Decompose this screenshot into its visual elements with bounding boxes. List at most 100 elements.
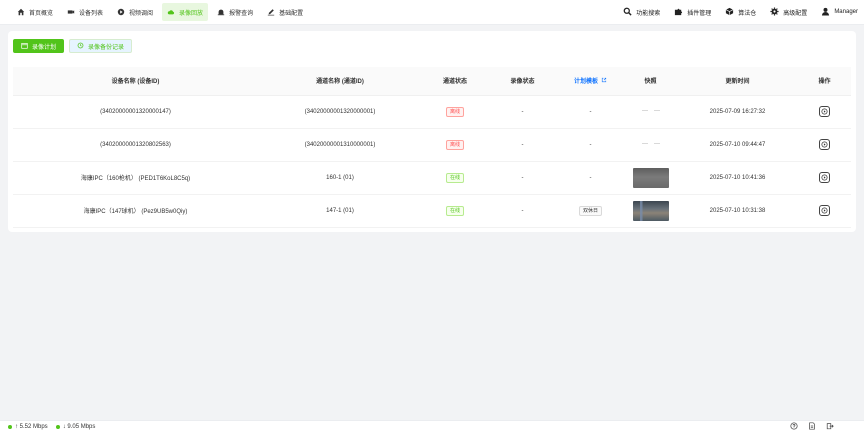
button-label: 录像计划 bbox=[32, 44, 57, 51]
snapshot-image[interactable] bbox=[632, 200, 669, 221]
username: Manager bbox=[834, 9, 858, 15]
play-button[interactable] bbox=[819, 205, 830, 216]
updated-cell: 2025-07-10 10:31:38 bbox=[677, 194, 798, 228]
plan-template-cell: - bbox=[557, 161, 624, 195]
nav-item-label: 基础配置 bbox=[279, 10, 304, 17]
play-circle-icon bbox=[821, 207, 828, 214]
column-header-updated: 更新时间 bbox=[677, 67, 798, 96]
nav-item-playback[interactable]: 录像回放 bbox=[162, 3, 209, 21]
channel-cell: 160-1 (01) bbox=[258, 161, 422, 195]
table-row: 海康IPC（160枪机） (PED1T6KoL8C5q) 160-1 (01) … bbox=[13, 161, 851, 195]
snapshot-placeholder bbox=[641, 142, 660, 146]
plan-template-tag[interactable]: 双休日 bbox=[578, 205, 602, 216]
gear-icon bbox=[770, 6, 779, 18]
play-button[interactable] bbox=[819, 106, 830, 117]
channel-status-cell: 离线 bbox=[422, 95, 488, 129]
nav-item-devices[interactable]: 设备列表 bbox=[62, 3, 108, 21]
download-rate: ↓ 9.05 Mbps bbox=[55, 423, 96, 430]
top-navigation: 首页概览 设备列表 视频调阅 录像回放 报警查询 基础配置 功能搜索 插件管理 … bbox=[0, 0, 864, 25]
column-header-channel: 通道名称 (通道ID) bbox=[258, 67, 422, 96]
actions-cell bbox=[798, 95, 851, 129]
nav-item-label: 首页概览 bbox=[29, 10, 54, 17]
snapshot-cell bbox=[624, 95, 677, 129]
user-menu[interactable]: Manager bbox=[821, 7, 858, 18]
main-menu: 首页概览 设备列表 视频调阅 录像回放 报警查询 基础配置 bbox=[0, 0, 308, 24]
plan-template-cell: - bbox=[557, 95, 624, 129]
column-header-channel-status: 通道状态 bbox=[422, 67, 488, 96]
user-icon bbox=[821, 7, 830, 18]
tool-label: 算法仓 bbox=[738, 10, 757, 17]
column-header-snapshot: 快照 bbox=[624, 67, 677, 96]
record-status-cell: - bbox=[488, 161, 557, 195]
column-header-plan-template[interactable]: 计划模板 bbox=[557, 67, 624, 96]
tool-label: 高级配置 bbox=[783, 10, 808, 17]
play-button[interactable] bbox=[819, 139, 830, 150]
box-icon bbox=[725, 7, 734, 18]
plan-template-label: 计划模板 bbox=[573, 79, 598, 86]
device-cell: (34020000001320802563) bbox=[13, 128, 258, 162]
play-button[interactable] bbox=[819, 172, 830, 183]
column-header-actions: 操作 bbox=[798, 67, 851, 96]
play-circle-icon bbox=[821, 141, 828, 148]
function-search-button[interactable]: 功能搜索 bbox=[623, 7, 660, 18]
action-bar: 录像计划 录像备份记录 bbox=[13, 39, 133, 53]
status-bar: ↑ 5.52 Mbps ↓ 9.05 Mbps bbox=[0, 420, 864, 432]
snapshot-image[interactable] bbox=[632, 167, 669, 188]
document-icon[interactable] bbox=[808, 421, 816, 432]
status-badge: 在线 bbox=[445, 172, 464, 183]
snapshot-cell bbox=[624, 128, 677, 162]
snapshot-placeholder bbox=[641, 109, 660, 113]
status-dot bbox=[55, 424, 60, 429]
play-circle-icon bbox=[821, 108, 828, 115]
plan-template-cell: - bbox=[557, 128, 624, 162]
updated-cell: 2025-07-09 16:27:32 bbox=[677, 95, 798, 129]
device-cell: (34020000001320000147) bbox=[13, 95, 258, 129]
toolbar: 功能搜索 插件管理 算法仓 高级配置 Manager bbox=[623, 6, 864, 18]
actions-cell bbox=[798, 161, 851, 195]
history-icon bbox=[77, 42, 84, 51]
device-cell: 海康IPC（147球机） (Pez9UB5w0Qiy) bbox=[13, 194, 258, 228]
upload-rate-value: ↑ 5.52 Mbps bbox=[15, 423, 48, 430]
nav-item-label: 视频调阅 bbox=[129, 10, 154, 17]
play-circle-icon bbox=[821, 174, 828, 181]
channel-status-cell: 离线 bbox=[422, 128, 488, 162]
button-label: 录像备份记录 bbox=[88, 44, 125, 51]
backup-records-button[interactable]: 录像备份记录 bbox=[69, 39, 133, 53]
play-circle-icon bbox=[117, 8, 125, 16]
nav-item-alarm[interactable]: 报警查询 bbox=[212, 3, 258, 21]
nav-item-label: 设备列表 bbox=[79, 10, 104, 17]
channel-cell: 147-1 (01) bbox=[258, 194, 422, 228]
channel-cell: (34020000001320000001) bbox=[258, 95, 422, 129]
puzzle-icon bbox=[674, 7, 683, 18]
column-header-record-status: 录像状态 bbox=[488, 67, 557, 96]
nav-item-config[interactable]: 基础配置 bbox=[262, 3, 308, 21]
nav-item-video[interactable]: 视频调阅 bbox=[112, 3, 158, 21]
channel-table: 设备名称 (设备ID) 通道名称 (通道ID) 通道状态 录像状态 计划模板 快… bbox=[13, 67, 851, 228]
tool-label: 插件管理 bbox=[687, 10, 712, 17]
actions-cell bbox=[798, 128, 851, 162]
plan-template-cell: 双休日 bbox=[557, 194, 624, 228]
search-icon bbox=[623, 7, 632, 18]
nav-item-label: 录像回放 bbox=[179, 10, 204, 17]
video-camera-icon bbox=[67, 8, 75, 16]
status-dot bbox=[8, 424, 12, 429]
cloud-icon bbox=[167, 8, 175, 16]
plugin-manager-button[interactable]: 插件管理 bbox=[674, 7, 711, 18]
home-icon bbox=[17, 8, 25, 16]
device-cell: 海康IPC（160枪机） (PED1T6KoL8C5q) bbox=[13, 161, 258, 195]
status-badge: 在线 bbox=[445, 205, 464, 216]
edit-icon bbox=[267, 8, 275, 16]
status-badge: 离线 bbox=[445, 106, 464, 117]
calendar-icon bbox=[21, 42, 28, 51]
record-status-cell: - bbox=[488, 194, 557, 228]
help-icon[interactable] bbox=[790, 421, 798, 432]
algorithm-store-button[interactable]: 算法仓 bbox=[725, 7, 756, 18]
record-status-cell: - bbox=[488, 95, 557, 129]
advanced-config-button[interactable]: 高级配置 bbox=[770, 6, 808, 18]
export-icon[interactable] bbox=[826, 422, 834, 432]
nav-item-home[interactable]: 首页概览 bbox=[12, 3, 58, 21]
recording-plan-button[interactable]: 录像计划 bbox=[13, 39, 65, 53]
snapshot-cell bbox=[624, 161, 677, 195]
download-rate-value: ↓ 9.05 Mbps bbox=[62, 423, 96, 430]
table-row: (34020000001320802563) (3402000000131000… bbox=[13, 128, 851, 162]
